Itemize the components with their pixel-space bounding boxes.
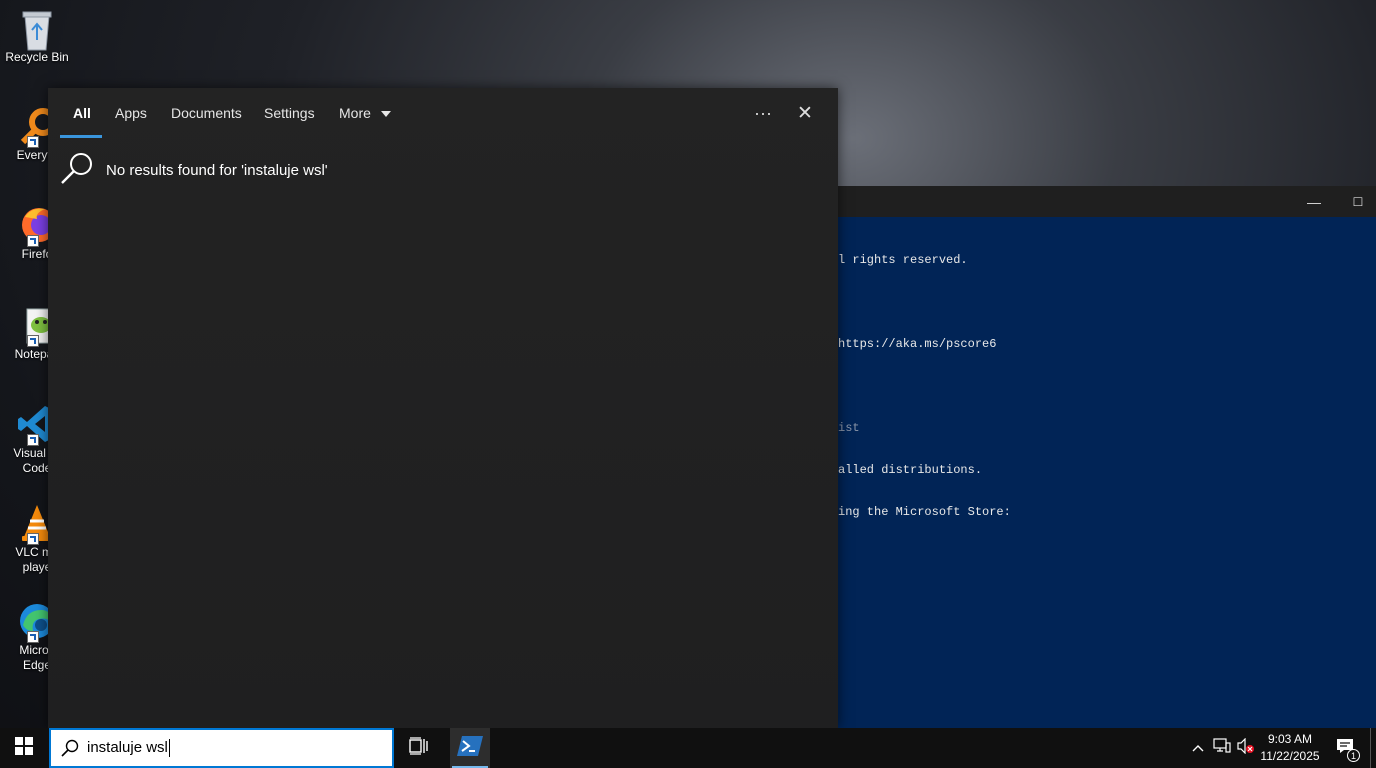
chevron-up-icon [1192, 739, 1204, 757]
shortcut-arrow-icon [27, 533, 39, 545]
network-icon [1213, 737, 1231, 759]
text-cursor [168, 739, 170, 758]
taskbar: instaluje wsl 9:03 AM 11/22/2025 1 [0, 728, 1376, 768]
close-icon: ✕ [797, 102, 813, 124]
notification-count-badge: 1 [1347, 749, 1360, 762]
show-hidden-icons-button[interactable] [1188, 728, 1208, 768]
more-options-button[interactable]: ··· [748, 101, 778, 125]
search-tabs: All Apps Documents Settings More ··· ✕ [48, 88, 838, 138]
tab-documents[interactable]: Documents [171, 104, 242, 122]
tab-more[interactable]: More [339, 104, 391, 122]
show-desktop-button[interactable] [1370, 728, 1371, 768]
volume-button[interactable] [1236, 728, 1256, 768]
search-panel: All Apps Documents Settings More ··· ✕ N… [48, 88, 838, 728]
clock-date: 11/22/2025 [1260, 749, 1320, 763]
windows-logo-icon [15, 736, 33, 760]
shortcut-arrow-icon [27, 631, 39, 643]
active-tab-indicator [60, 135, 102, 138]
tab-label: Apps [115, 105, 147, 121]
action-center-button[interactable]: 1 [1330, 728, 1360, 768]
clock[interactable]: 9:03 AM 11/22/2025 [1255, 731, 1325, 765]
desktop-icon-label: Recycle Bin [5, 50, 69, 64]
ellipsis-icon: ··· [754, 102, 772, 123]
tab-label: Documents [171, 105, 242, 121]
shortcut-arrow-icon [27, 335, 39, 347]
shortcut-arrow-icon [27, 136, 39, 148]
close-button[interactable]: ✕ [790, 101, 820, 125]
network-button[interactable] [1210, 728, 1234, 768]
powershell-icon [457, 735, 483, 761]
tab-label: More [339, 105, 371, 121]
tab-settings[interactable]: Settings [264, 104, 315, 122]
terminal-line: alled distributions. [838, 463, 983, 477]
clock-time: 9:03 AM [1267, 732, 1313, 746]
taskbar-search-box[interactable]: instaluje wsl [49, 728, 394, 768]
maximize-button[interactable]: ☐ [1336, 186, 1376, 217]
terminal-line: ing the Microsoft Store: [838, 505, 1011, 519]
start-button[interactable] [0, 728, 48, 768]
tab-label: All [73, 105, 91, 121]
powershell-output[interactable]: l rights reserved. ​ https://aka.ms/psco… [838, 217, 1376, 547]
tab-apps[interactable]: Apps [115, 104, 147, 122]
shortcut-arrow-icon [27, 235, 39, 247]
powershell-titlebar[interactable]: — ☐ [838, 186, 1376, 217]
caret-down-icon [380, 111, 391, 118]
volume-muted-icon [1237, 737, 1255, 759]
task-view-icon [409, 736, 429, 760]
search-icon [60, 151, 94, 190]
taskbar-powershell-button[interactable] [450, 728, 490, 768]
no-results-message: No results found for 'instaluje wsl' [60, 152, 328, 188]
no-results-text: No results found for 'instaluje wsl' [106, 161, 328, 179]
minimize-button[interactable]: — [1292, 186, 1336, 217]
terminal-line: ist [838, 421, 860, 435]
search-input[interactable]: instaluje wsl [87, 738, 170, 758]
powershell-window[interactable]: — ☐ l rights reserved. ​ https://aka.ms/… [838, 186, 1376, 728]
terminal-line: ​ [838, 295, 1376, 309]
desktop-icon-recycle-bin[interactable]: Recycle Bin [0, 8, 74, 65]
search-query-text: instaluje wsl [87, 738, 168, 756]
shortcut-arrow-icon [27, 434, 39, 446]
terminal-line: ​ [838, 379, 1376, 393]
task-view-button[interactable] [400, 728, 438, 768]
tab-all[interactable]: All [73, 104, 91, 122]
terminal-line: l rights reserved. [838, 253, 968, 267]
maximize-icon: ☐ [1352, 194, 1364, 209]
tab-label: Settings [264, 105, 315, 121]
minimize-icon: — [1307, 193, 1321, 210]
terminal-line: https://aka.ms/pscore6 [838, 337, 997, 351]
search-icon [61, 739, 79, 757]
recycle-bin-icon [17, 8, 57, 51]
